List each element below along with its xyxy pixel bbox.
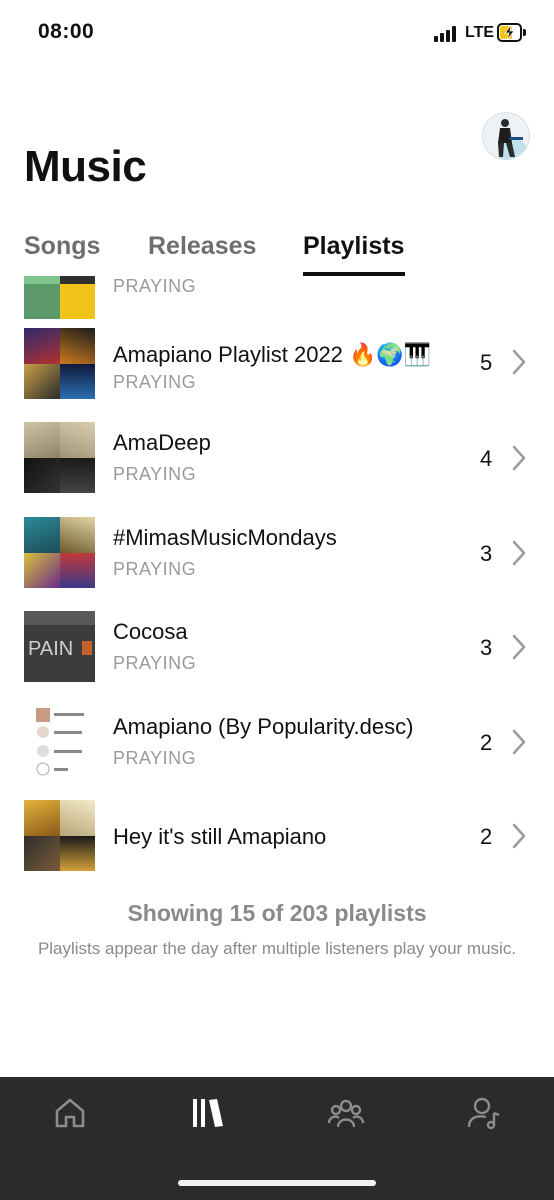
playlist-cover	[24, 276, 95, 319]
playlist-list[interactable]: PRAYING Amapiano Playlist 2022 🔥🌍🎹 PRAYI…	[0, 276, 554, 896]
playlist-count: 2	[480, 824, 493, 849]
playlist-count: 5	[480, 350, 493, 375]
playlist-cover	[24, 328, 95, 399]
playlist-count: 3	[480, 635, 493, 660]
playlist-title: Hey it's still Amapiano	[113, 824, 327, 849]
signal-icon	[434, 26, 460, 42]
chevron-right-icon	[512, 540, 526, 566]
status-time: 08:00	[38, 20, 95, 43]
profile-avatar[interactable]	[482, 112, 530, 160]
home-indicator[interactable]	[178, 1180, 376, 1186]
playlist-count: 3	[480, 541, 493, 566]
playlist-row[interactable]: #MimasMusicMondays PRAYING 3	[0, 513, 554, 607]
playlist-subtitle: PRAYING	[113, 372, 197, 392]
home-icon[interactable]	[50, 1093, 90, 1133]
playlist-subtitle: PRAYING	[113, 653, 197, 673]
network-label: LTE	[465, 24, 495, 41]
page-title: Music	[24, 142, 147, 191]
audience-icon[interactable]	[326, 1093, 366, 1133]
playlist-count: 4	[480, 446, 493, 471]
playlist-title: Cocosa	[113, 619, 188, 644]
tab-songs[interactable]: Songs	[24, 232, 100, 261]
playlist-cover	[24, 517, 95, 588]
tab-releases[interactable]: Releases	[148, 232, 256, 261]
playlist-info-note: Playlists appear the day after multiple …	[37, 939, 517, 958]
playlist-title: Amapiano (By Popularity.desc)	[113, 714, 414, 739]
playlist-count-summary: Showing 15 of 203 playlists	[127, 900, 427, 926]
svg-text:PAIN: PAIN	[28, 638, 73, 660]
tab-bar: Songs Releases Playlists	[0, 232, 554, 276]
battery-charging-icon	[497, 23, 526, 42]
playlist-subtitle: PRAYING	[113, 748, 197, 768]
artist-profile-icon[interactable]	[464, 1093, 504, 1133]
playlist-cover: PAIN	[24, 611, 95, 682]
playlist-title: AmaDeep	[113, 430, 211, 455]
library-icon[interactable]	[188, 1093, 228, 1133]
playlist-row[interactable]: PRAYING	[0, 276, 554, 319]
playlist-row[interactable]: PAIN Cocosa PRAYING 3	[0, 607, 554, 701]
playlist-title: Amapiano Playlist 2022 🔥🌍🎹	[113, 342, 432, 367]
playlist-row[interactable]: Amapiano (By Popularity.desc) PRAYING 2	[0, 702, 554, 796]
playlist-subtitle: PRAYING	[113, 276, 197, 296]
status-bar: 08:00 LTE	[0, 0, 554, 70]
playlist-cover	[24, 800, 95, 871]
chevron-right-icon	[512, 823, 526, 849]
playlist-count: 2	[480, 730, 493, 755]
chevron-right-icon	[512, 729, 526, 755]
chevron-right-icon	[512, 634, 526, 660]
playlist-row[interactable]: Hey it's still Amapiano 2	[0, 796, 554, 890]
chevron-right-icon	[512, 349, 526, 375]
chevron-right-icon	[512, 445, 526, 471]
playlist-title: #MimasMusicMondays	[113, 525, 337, 550]
playlist-row[interactable]: AmaDeep PRAYING 4	[0, 418, 554, 512]
playlist-cover	[24, 422, 95, 493]
tab-playlists[interactable]: Playlists	[303, 232, 404, 261]
playlist-subtitle: PRAYING	[113, 464, 197, 484]
playlist-cover	[24, 706, 95, 777]
playlist-subtitle: PRAYING	[113, 559, 197, 579]
playlist-row[interactable]: Amapiano Playlist 2022 🔥🌍🎹 PRAYING 5	[0, 324, 554, 418]
